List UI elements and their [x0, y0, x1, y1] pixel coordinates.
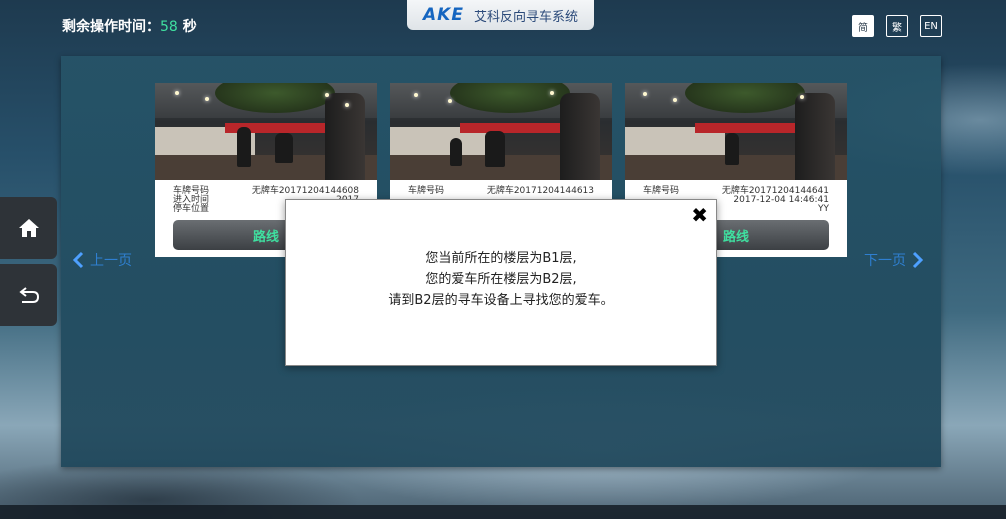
lang-simplified-button[interactable]: 简: [852, 15, 874, 37]
brand-title: 艾科反向寻车系统: [473, 9, 578, 25]
prev-page-label: 上一页: [90, 253, 132, 269]
dialog-line-3: 请到B2层的寻车设备上寻找您的爱车。: [388, 293, 614, 308]
brand-header: AKE 艾科反向寻车系统: [407, 0, 594, 30]
floor-notice-dialog: ✖ 您当前所在的楼层为B1层, 您的爱车所在楼层为B2层, 请到B2层的寻车设备…: [285, 199, 717, 366]
next-page-label: 下一页: [864, 253, 906, 269]
countdown-timer: 剩余操作时间：58 秒: [62, 16, 197, 36]
next-page-button[interactable]: 下一页: [864, 250, 924, 270]
plate-label: 车牌号码: [408, 186, 445, 196]
chevron-right-icon: [912, 251, 924, 269]
vehicle-photo: [390, 83, 612, 180]
dialog-message: 您当前所在的楼层为B1层, 您的爱车所在楼层为B2层, 请到B2层的寻车设备上寻…: [286, 248, 716, 311]
chevron-left-icon: [72, 251, 84, 269]
return-icon: [18, 287, 39, 303]
vehicle-photo: [625, 83, 847, 180]
plate-value: 无牌车20171204144613: [486, 186, 594, 196]
entry-time-value: 2017-12-04 14:46:41: [733, 195, 829, 205]
location-label: 停车位置: [173, 204, 210, 214]
home-icon: [18, 219, 39, 237]
timer-value: 58: [160, 19, 178, 35]
location-value: YY: [818, 204, 829, 214]
close-icon[interactable]: ✖: [691, 203, 708, 227]
lang-traditional-button[interactable]: 繁: [886, 15, 908, 37]
plate-label: 车牌号码: [643, 186, 680, 196]
timer-label: 剩余操作时间：: [62, 19, 160, 35]
dialog-line-2: 您的爱车所在楼层为B2层,: [425, 272, 577, 287]
dialog-line-1: 您当前所在的楼层为B1层,: [425, 251, 577, 266]
language-switcher: 简 繁 EN: [852, 15, 942, 37]
bottom-shade: [0, 505, 1006, 519]
brand-logo: AKE: [423, 5, 464, 25]
return-button[interactable]: [0, 264, 57, 326]
vehicle-photo: [155, 83, 377, 180]
lang-english-button[interactable]: EN: [920, 15, 942, 37]
home-button[interactable]: [0, 197, 57, 259]
timer-unit: 秒: [182, 19, 197, 35]
prev-page-button[interactable]: 上一页: [72, 250, 132, 270]
